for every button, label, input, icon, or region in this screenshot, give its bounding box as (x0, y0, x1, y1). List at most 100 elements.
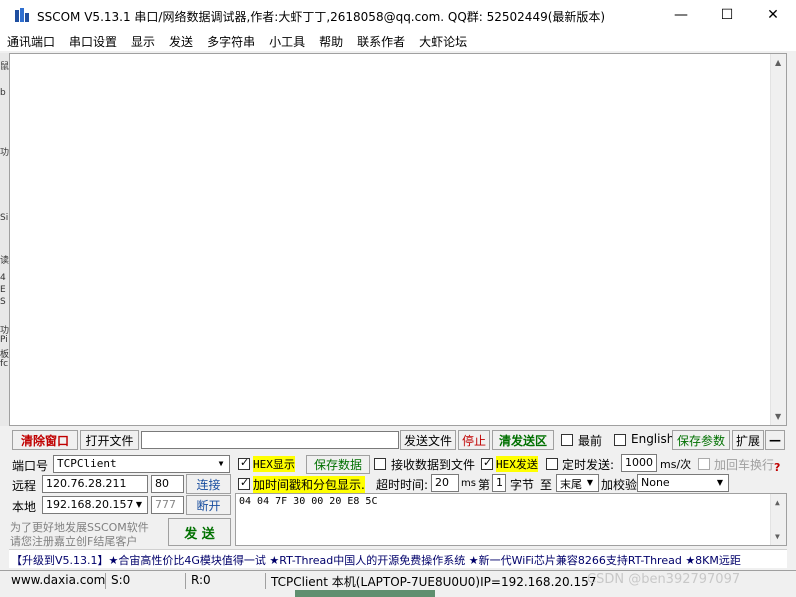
send-file-button[interactable]: 发送文件 (400, 430, 456, 450)
port-value: TCPClient (57, 457, 117, 470)
timestamp-checkbox[interactable] (238, 476, 250, 490)
menu-bar: 通讯端口 串口设置 显示 发送 多字符串 小工具 帮助 联系作者 大虾论坛 (0, 30, 796, 51)
send-button[interactable]: 发 送 (168, 518, 231, 546)
save-data-button[interactable]: 保存数据 (306, 455, 370, 474)
background-window-edge (295, 590, 435, 597)
scroll-down-icon[interactable]: ▼ (775, 532, 780, 541)
menu-multi-string[interactable]: 多字符串 (200, 30, 262, 51)
strip-text: fc (0, 359, 9, 369)
register-notice-line2: 请您注册嘉立创F结尾客户 (10, 535, 138, 548)
recv-to-file-label: 接收数据到文件 (391, 458, 476, 472)
chevron-down-icon: ▼ (135, 500, 143, 509)
connection-info: TCPClient 本机(LAPTOP-7UE8U0U0)IP=192.168.… (271, 575, 597, 589)
menu-tools[interactable]: 小工具 (262, 30, 312, 51)
close-button[interactable]: ✕ (750, 0, 796, 30)
checksum-value: None (641, 476, 670, 489)
receive-scrollbar[interactable]: ▲ ▼ (770, 54, 786, 425)
chevron-down-icon: ▼ (218, 459, 224, 468)
disconnect-button[interactable]: 断开 (186, 495, 231, 515)
chevron-down-icon: ▼ (586, 478, 594, 487)
remote-label: 远程 (12, 479, 37, 493)
timed-send-checkbox[interactable] (546, 458, 558, 470)
scroll-down-icon[interactable]: ▼ (775, 412, 781, 421)
hex-display-label: HEX显示 (253, 456, 295, 472)
app-icon (15, 8, 29, 22)
menu-contact-author[interactable]: 联系作者 (350, 30, 412, 51)
checksum-select[interactable]: None ▼ (637, 474, 729, 492)
help-icon[interactable]: ? (774, 461, 780, 474)
timeout-unit: ms (461, 478, 476, 489)
save-params-button[interactable]: 保存参数 (672, 430, 730, 450)
nth-label: 第 (478, 478, 491, 492)
menu-forum[interactable]: 大虾论坛 (412, 30, 474, 51)
connect-button[interactable]: 连接 (186, 474, 231, 494)
port-label: 端口号 (12, 459, 49, 473)
remote-port-input[interactable]: 80 (151, 475, 184, 493)
remote-ip-input[interactable]: 120.76.28.211 (42, 475, 148, 493)
strip-text: S (0, 297, 6, 307)
strip-text: b (0, 88, 6, 98)
local-ip-select[interactable]: 192.168.20.157 ▼ (42, 496, 148, 514)
hex-display-checkbox[interactable] (238, 456, 250, 470)
recv-to-file-checkbox[interactable] (374, 458, 386, 470)
website-link[interactable]: www.daxia.com (8, 573, 106, 589)
topmost-checkbox[interactable] (561, 434, 573, 446)
hex-send-label: HEX发送 (496, 456, 538, 472)
checksum-label: 加校验 (601, 478, 638, 492)
send-scrollbar[interactable]: ▲ ▼ (770, 494, 786, 545)
english-label: English (631, 432, 675, 446)
scroll-up-icon[interactable]: ▲ (775, 58, 781, 67)
strip-text: 功 (0, 148, 9, 158)
timeout-label: 超时时间: (376, 478, 429, 492)
add-crlf-checkbox[interactable] (698, 458, 710, 470)
interval-unit: ms/次 (660, 458, 692, 471)
sent-count: S:0 (108, 573, 186, 589)
menu-send[interactable]: 发送 (162, 30, 200, 51)
interval-input[interactable]: 1000 (621, 454, 657, 472)
timestamp-label: 加时间戳和分包显示. (253, 476, 365, 493)
sscom-window: SSCOM V5.13.1 串口/网络数据调试器,作者:大虾丁丁,2618058… (0, 0, 796, 597)
topmost-label: 最前 (578, 434, 603, 448)
menu-comm-port[interactable]: 通讯端口 (0, 30, 62, 51)
add-crlf-label: 加回车换行 (714, 458, 775, 472)
clear-send-button[interactable]: 清发送区 (492, 430, 554, 450)
window-title: SSCOM V5.13.1 串口/网络数据调试器,作者:大虾丁丁,2618058… (37, 10, 606, 24)
port-select[interactable]: TCPClient ▼ (53, 455, 230, 473)
background-window-strip: 鼠 b 功 Si 读 4 E S 功 Pi 板 fc (0, 53, 9, 426)
menu-help[interactable]: 帮助 (312, 30, 350, 51)
timed-send-label: 定时发送: (562, 458, 615, 472)
promo-marquee[interactable]: 【升级到V5.13.1】★合宙高性价比4G模块值得一试 ★RT-Thread中国… (9, 549, 787, 568)
hex-send-checkbox[interactable] (481, 456, 493, 470)
local-ip-value: 192.168.20.157 (46, 498, 134, 511)
menu-display[interactable]: 显示 (124, 30, 162, 51)
minimize-button[interactable]: — (658, 0, 704, 30)
timeout-input[interactable]: 20 (431, 474, 459, 492)
byte-unit-label: 字节 (510, 478, 535, 492)
strip-text: Si (0, 213, 9, 223)
csdn-watermark: CSDN @ben392797097 (587, 572, 741, 587)
local-label: 本地 (12, 500, 37, 514)
collapse-button[interactable]: — (765, 430, 785, 450)
open-file-button[interactable]: 打开文件 (80, 430, 139, 450)
end-value: 末尾 (560, 478, 582, 491)
title-bar: SSCOM V5.13.1 串口/网络数据调试器,作者:大虾丁丁,2618058… (0, 0, 796, 30)
send-data-text: 04 04 7F 30 00 20 E8 5C (239, 496, 378, 507)
chevron-down-icon: ▼ (716, 478, 724, 487)
scroll-up-icon[interactable]: ▲ (775, 498, 780, 507)
clear-window-button[interactable]: 清除窗口 (12, 430, 78, 450)
menu-serial-settings[interactable]: 串口设置 (62, 30, 124, 51)
end-select[interactable]: 末尾 ▼ (556, 474, 599, 492)
to-label: 至 (540, 478, 553, 492)
stop-button[interactable]: 停止 (458, 430, 490, 450)
strip-text: 鼠 (0, 62, 9, 72)
receive-area[interactable]: ▲ ▼ (9, 53, 787, 426)
byte-index-input[interactable]: 1 (492, 474, 506, 492)
received-count: R:0 (188, 573, 266, 589)
expand-button[interactable]: 扩展 (732, 430, 764, 450)
strip-text: 读 (0, 256, 9, 266)
maximize-button[interactable]: ☐ (704, 0, 750, 30)
local-port-input[interactable]: 777 (151, 496, 184, 514)
file-path-input[interactable] (141, 431, 399, 449)
english-checkbox[interactable] (614, 434, 626, 446)
send-data-input[interactable]: 04 04 7F 30 00 20 E8 5C ▲ ▼ (235, 493, 787, 546)
